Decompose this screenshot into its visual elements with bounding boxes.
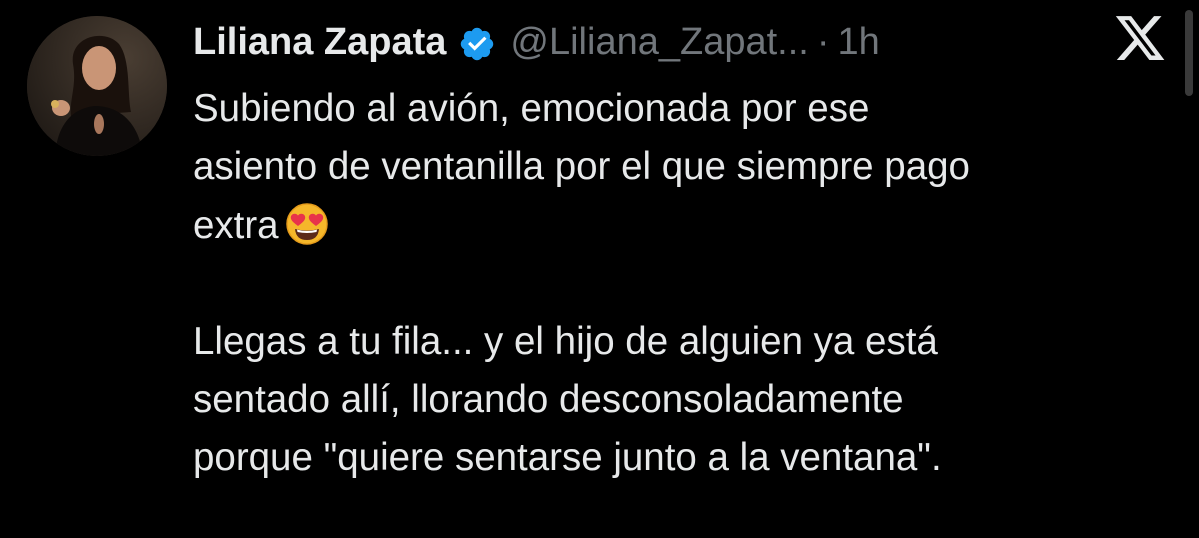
tweet-paragraph: Subiendo al avión, emocionada por ese as…: [193, 80, 1183, 255]
separator-dot: ·: [816, 21, 830, 63]
tweet-card: Liliana Zapata @Liliana_Zapat... · 1h Su…: [0, 0, 1199, 538]
scrollbar-thumb[interactable]: [1185, 10, 1193, 96]
avatar[interactable]: [27, 16, 167, 156]
tweet-header: Liliana Zapata @Liliana_Zapat... · 1h: [193, 14, 880, 70]
x-logo-icon[interactable]: [1112, 11, 1168, 65]
scrollbar[interactable]: [1181, 0, 1199, 538]
profile-photo: [27, 16, 167, 156]
heart-eyes-emoji-icon: [285, 202, 329, 246]
tweet-body: Subiendo al avión, emocionada por ese as…: [193, 80, 1183, 488]
timestamp[interactable]: 1h: [837, 14, 879, 70]
user-handle[interactable]: @Liliana_Zapat...: [510, 14, 808, 70]
display-name[interactable]: Liliana Zapata: [193, 14, 446, 70]
verified-badge-icon: [458, 23, 496, 61]
tweet-paragraph: Llegas a tu fila... y el hijo de alguien…: [193, 319, 942, 480]
